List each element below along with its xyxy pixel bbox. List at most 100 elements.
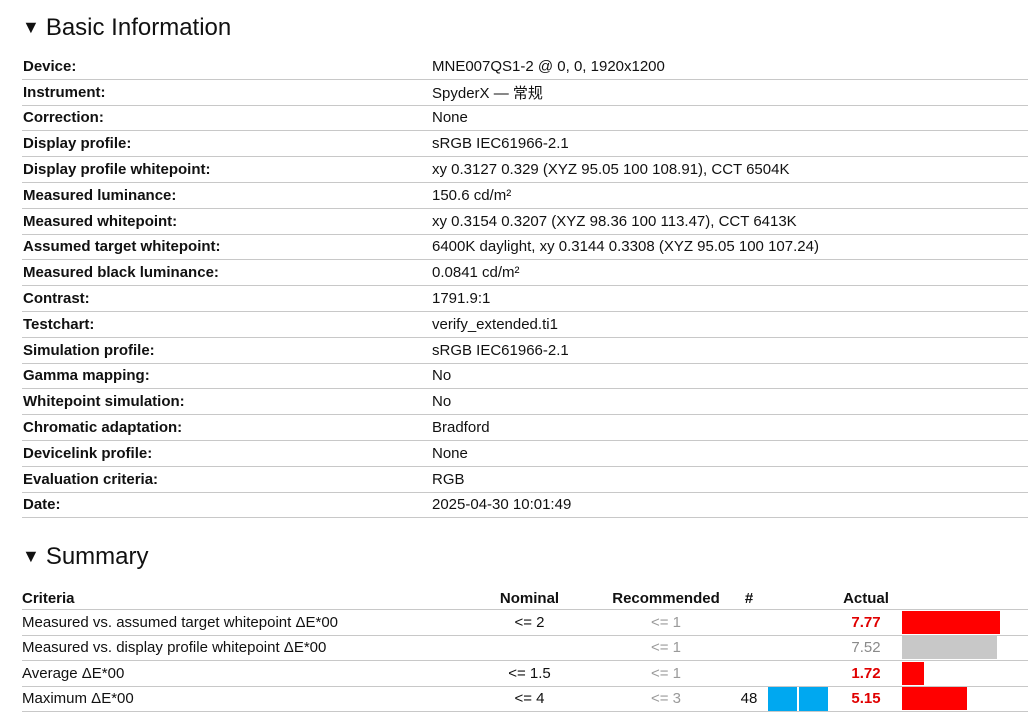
- basic-info-heading[interactable]: ▼ Basic Information: [22, 14, 231, 42]
- info-label: Testchart:: [22, 311, 431, 338]
- header-nominal: Nominal: [457, 583, 602, 610]
- info-label: Chromatic adaptation:: [22, 414, 431, 441]
- info-value: sRGB IEC61966-2.1: [431, 337, 1028, 364]
- info-row: Display profile: sRGB IEC61966-2.1: [22, 130, 1028, 158]
- summary-bar: [902, 636, 997, 660]
- summary-count: [730, 635, 768, 661]
- info-label: Display profile:: [22, 130, 431, 158]
- info-value: 150.6 cd/m²: [431, 182, 1028, 209]
- summary-bar: [902, 610, 1000, 634]
- summary-count-bar-cell: [768, 686, 830, 712]
- info-label: Assumed target whitepoint:: [22, 234, 431, 261]
- summary-bar-cell: [902, 609, 1028, 636]
- summary-row: Average ΔE*00 <= 1.5 <= 1 1.72: [22, 660, 1028, 687]
- info-row: Date: 2025-04-30 10:01:49: [22, 492, 1028, 519]
- info-row: Assumed target whitepoint: 6400K daylight…: [22, 234, 1028, 261]
- info-row: Measured luminance: 150.6 cd/m²: [22, 182, 1028, 209]
- summary-actual: 7.52: [830, 635, 902, 661]
- info-value: 0.0841 cd/m²: [431, 259, 1028, 287]
- info-label: Evaluation criteria:: [22, 466, 431, 493]
- info-label: Devicelink profile:: [22, 440, 431, 467]
- info-value: No: [431, 363, 1028, 390]
- info-label: Instrument:: [22, 79, 431, 106]
- summary-row: Measured vs. assumed target whitepoint Δ…: [22, 609, 1028, 636]
- summary-actual: 1.72: [830, 660, 902, 687]
- info-row: Display profile whitepoint: xy 0.3127 0.3…: [22, 156, 1028, 183]
- summary-bar-cell: [902, 686, 1028, 712]
- info-label: Display profile whitepoint:: [22, 156, 431, 183]
- collapse-triangle-icon[interactable]: ▼: [22, 17, 40, 38]
- summary-table: Criteria Nominal Recommended # Actual Me…: [22, 583, 1028, 712]
- info-row: Chromatic adaptation: Bradford: [22, 414, 1028, 441]
- info-row: Correction: None: [22, 105, 1028, 132]
- collapse-triangle-icon[interactable]: ▼: [22, 546, 40, 567]
- basic-info-title: Basic Information: [45, 14, 232, 41]
- info-label: Contrast:: [22, 285, 431, 312]
- info-label: Whitepoint simulation:: [22, 388, 431, 416]
- info-row: Evaluation criteria: RGB: [22, 466, 1028, 493]
- info-value: 2025-04-30 10:01:49: [431, 492, 1028, 519]
- info-value: None: [431, 105, 1028, 132]
- header-spacer: [768, 583, 830, 610]
- summary-recommended: <= 3: [602, 686, 730, 712]
- summary-actual: 5.15: [830, 686, 902, 712]
- info-value: Bradford: [431, 414, 1028, 441]
- info-label: Correction:: [22, 105, 431, 132]
- info-value: sRGB IEC61966-2.1: [431, 130, 1028, 158]
- summary-count-bar-cell: [768, 660, 830, 687]
- info-row: Instrument: SpyderX — 常规: [22, 79, 1028, 106]
- summary-recommended: <= 1: [602, 635, 730, 661]
- info-value: 6400K daylight, xy 0.3144 0.3308 (XYZ 95…: [431, 234, 1028, 261]
- summary-criteria: Maximum ΔE*00: [22, 686, 457, 712]
- info-value: RGB: [431, 466, 1028, 493]
- summary-nominal: <= 4: [457, 686, 602, 712]
- info-value: xy 0.3127 0.329 (XYZ 95.05 100 108.91), …: [431, 156, 1028, 183]
- count-bar: [768, 686, 828, 711]
- info-row: Testchart: verify_extended.ti1: [22, 311, 1028, 338]
- summary-nominal: <= 1.5: [457, 660, 602, 687]
- summary-bar: [902, 661, 924, 685]
- info-row: Device: MNE007QS1-2 @ 0, 0, 1920x1200: [22, 54, 1028, 80]
- header-actual: Actual: [830, 583, 902, 610]
- info-row: Whitepoint simulation: No: [22, 388, 1028, 416]
- summary-count-bar-cell: [768, 609, 830, 636]
- info-value: 1791.9:1: [431, 285, 1028, 312]
- info-value: verify_extended.ti1: [431, 311, 1028, 338]
- info-value: None: [431, 440, 1028, 467]
- info-row: Measured black luminance: 0.0841 cd/m²: [22, 259, 1028, 287]
- summary-count: [730, 609, 768, 636]
- summary-count: 48: [730, 686, 768, 712]
- summary-nominal: [457, 635, 602, 661]
- summary-nominal: <= 2: [457, 609, 602, 636]
- info-label: Gamma mapping:: [22, 363, 431, 390]
- summary-count-bar-cell: [768, 635, 830, 661]
- info-label: Date:: [22, 492, 431, 519]
- info-value: MNE007QS1-2 @ 0, 0, 1920x1200: [431, 54, 1028, 80]
- summary-header-row: Criteria Nominal Recommended # Actual: [22, 583, 1028, 610]
- info-label: Simulation profile:: [22, 337, 431, 364]
- info-label: Device:: [22, 54, 431, 80]
- summary-recommended: <= 1: [602, 660, 730, 687]
- info-row: Gamma mapping: No: [22, 363, 1028, 390]
- summary-criteria: Average ΔE*00: [22, 660, 457, 687]
- info-label: Measured whitepoint:: [22, 208, 431, 235]
- header-bar: [902, 583, 1028, 610]
- info-value: xy 0.3154 0.3207 (XYZ 98.36 100 113.47),…: [431, 208, 1028, 235]
- info-value: No: [431, 388, 1028, 416]
- summary-row: Maximum ΔE*00 <= 4 <= 3 48 5.15: [22, 686, 1028, 712]
- info-label: Measured luminance:: [22, 182, 431, 209]
- info-row: Contrast: 1791.9:1: [22, 285, 1028, 312]
- summary-heading[interactable]: ▼ Summary: [22, 543, 149, 571]
- info-label: Measured black luminance:: [22, 259, 431, 287]
- summary-bar-cell: [902, 660, 1028, 687]
- info-row: Devicelink profile: None: [22, 440, 1028, 467]
- summary-bar-cell: [902, 635, 1028, 661]
- summary-row: Measured vs. display profile whitepoint …: [22, 635, 1028, 661]
- basic-info-table: Device: MNE007QS1-2 @ 0, 0, 1920x1200 Inst…: [22, 54, 1028, 519]
- summary-criteria: Measured vs. assumed target whitepoint Δ…: [22, 609, 457, 636]
- info-value: SpyderX — 常规: [431, 79, 1028, 106]
- info-row: Measured whitepoint: xy 0.3154 0.3207 (XY…: [22, 208, 1028, 235]
- header-recommended: Recommended: [602, 583, 730, 610]
- header-count: #: [730, 583, 768, 610]
- summary-bar: [902, 687, 967, 711]
